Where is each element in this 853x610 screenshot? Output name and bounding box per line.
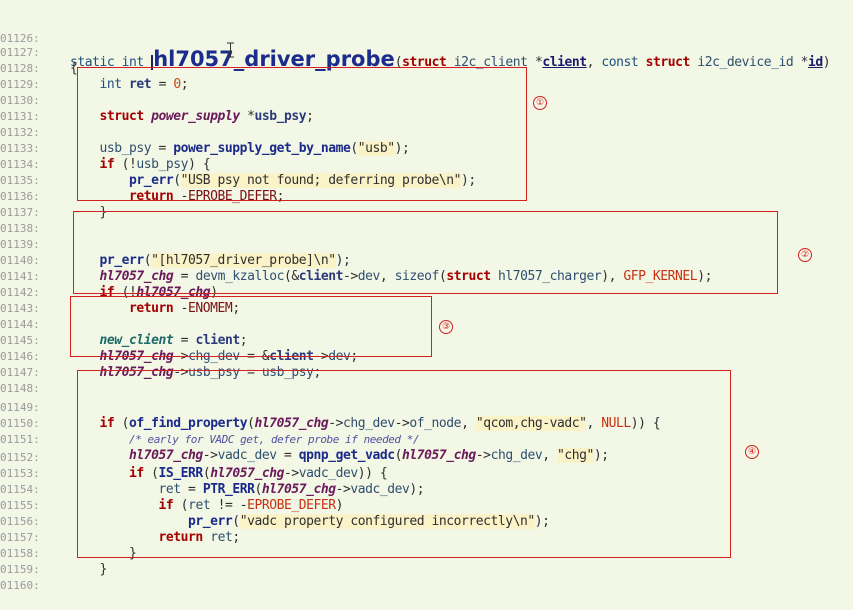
code-text: return ret; [158, 530, 241, 545]
code-text: pr_err("vadc property configured incorre… [188, 514, 550, 529]
code-text: /* early for VADC get, defer probe if ne… [70, 432, 420, 448]
code-text: { [70, 61, 78, 76]
code-line[interactable]: 01135: return -EPROBE_DEFER; [0, 157, 284, 204]
code-line[interactable]: 01157: } [0, 514, 137, 561]
code-text: } [70, 205, 108, 220]
annotation-badge-1: ① [533, 96, 547, 110]
code-text: if (IS_ERR(hl7057_chg->vadc_dev)) { [129, 466, 388, 481]
code-text: if (of_find_property(hl7057_chg->chg_dev… [99, 416, 661, 431]
code-text: new_client = client; [99, 333, 248, 348]
code-line[interactable]: 01158: } [0, 530, 107, 577]
code-line[interactable]: 01131: [0, 93, 40, 123]
code-text: hl7057_chg->usb_psy = usb_psy; [99, 365, 322, 380]
code-text: return -ENOMEM; [129, 301, 240, 316]
code-text: ret = PTR_ERR(hl7057_chg->vadc_dev); [158, 482, 425, 497]
annotation-badge-4: ④ [745, 445, 759, 459]
code-line[interactable]: 01145: hl7057_chg->chg_dev = &client->de… [0, 317, 358, 364]
code-line[interactable]: 01130: struct power_supply *usb_psy; [0, 77, 314, 124]
code-text: pr_err("USB psy not found; deferring pro… [129, 173, 476, 188]
code-line[interactable]: 01126: static int hl7057_driver_probe(st… [0, 9, 831, 70]
annotation-badge-3: ③ [439, 320, 453, 334]
code-line[interactable]: 01137: [0, 189, 40, 219]
code-line[interactable]: 01154: if (ret != -EPROBE_DEFER) [0, 466, 343, 513]
code-text: hl7057_chg->vadc_dev = qpnp_get_vadc(hl7… [129, 448, 609, 463]
code-line[interactable]: 01134: pr_err("USB psy not found; deferr… [0, 141, 476, 188]
code-line[interactable]: 01156: return ret; [0, 498, 240, 545]
code-line[interactable]: 01155: pr_err("vadc property configured … [0, 482, 550, 529]
code-text: return -EPROBE_DEFER; [129, 189, 284, 204]
code-text: usb_psy = power_supply_get_by_name("usb"… [99, 141, 410, 156]
code-text: if (!hl7057_chg) [99, 285, 219, 300]
code-comment: /* early for VADC get, defer probe if ne… [129, 433, 420, 446]
code-line[interactable]: 01152: if (IS_ERR(hl7057_chg->vadc_dev))… [0, 434, 388, 481]
code-line[interactable]: 01136: } [0, 173, 107, 220]
code-text: int ret = 0; [99, 77, 189, 92]
code-text: pr_err("[hl7057_driver_probe]\n"); [99, 253, 351, 268]
code-line[interactable]: 01138: [0, 205, 40, 235]
code-line[interactable]: 01140: hl7057_chg = devm_kzalloc(&client… [0, 237, 712, 284]
code-line[interactable]: 01127: { [0, 29, 78, 76]
ibeam-cursor-icon [227, 42, 234, 58]
line-number: 01160: [0, 579, 40, 592]
code-text: static int hl7057_driver_probe(struct i2… [70, 47, 831, 71]
code-text: struct power_supply *usb_psy; [99, 109, 314, 124]
code-line[interactable]: 01142: return -ENOMEM; [0, 269, 240, 316]
code-line[interactable]: 01146: hl7057_chg->usb_psy = usb_psy; [0, 333, 321, 380]
code-line[interactable]: 01160: [0, 562, 40, 592]
code-line[interactable]: 01148: [0, 365, 40, 395]
function-name: hl7057_driver_probe [153, 47, 395, 71]
code-text: } [70, 562, 108, 577]
code-line[interactable]: 01143: [0, 285, 40, 315]
code-text: hl7057_chg->chg_dev = &client->dev; [99, 349, 359, 364]
code-text: } [70, 546, 137, 561]
code-line[interactable]: 01153: ret = PTR_ERR(hl7057_chg->vadc_de… [0, 450, 425, 497]
code-line[interactable]: 01159: [0, 546, 40, 576]
code-line[interactable]: 01150: /* early for VADC get, defer prob… [0, 400, 420, 446]
code-editor[interactable]: 01126: static int hl7057_driver_probe(st… [0, 0, 853, 592]
code-line[interactable]: 01139: pr_err("[hl7057_driver_probe]\n")… [0, 221, 351, 268]
code-text: if (!usb_psy) { [99, 157, 211, 172]
code-text: hl7057_chg = devm_kzalloc(&client->dev, … [99, 269, 713, 284]
code-text: if (ret != -EPROBE_DEFER) [158, 498, 344, 513]
annotation-badge-2: ② [798, 248, 812, 262]
code-line[interactable]: 01141: if (!hl7057_chg) [0, 253, 218, 300]
code-line[interactable]: 01149: if (of_find_property(hl7057_chg->… [0, 384, 661, 431]
code-line[interactable]: 01128: int ret = 0; [0, 45, 189, 92]
code-line[interactable]: 01151: hl7057_chg->vadc_dev = qpnp_get_v… [0, 416, 609, 463]
code-line[interactable]: 01147: [0, 349, 40, 379]
code-line[interactable]: 01144: new_client = client; [0, 301, 248, 348]
code-line[interactable]: 01129: [0, 61, 40, 91]
code-line[interactable]: 01133: if (!usb_psy) { [0, 125, 211, 172]
code-line[interactable]: 01132: usb_psy = power_supply_get_by_nam… [0, 109, 410, 156]
